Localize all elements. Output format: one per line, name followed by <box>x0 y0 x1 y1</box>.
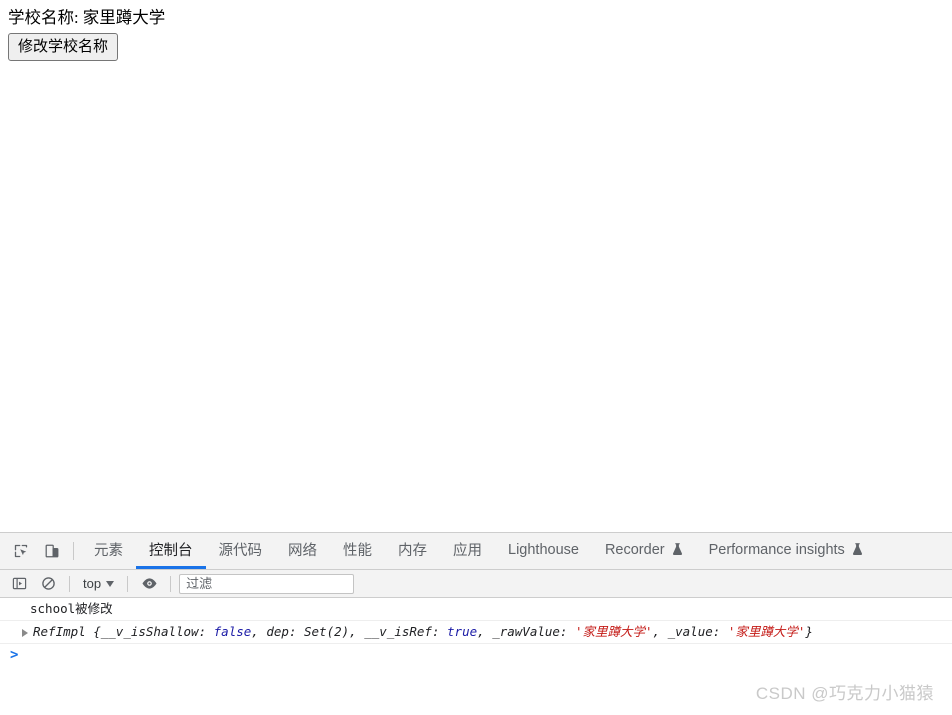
property-key: __v_isRef <box>364 624 432 639</box>
tab-label: Lighthouse <box>508 541 579 558</box>
tab-label: 网络 <box>288 543 317 559</box>
execution-context-selector[interactable]: top <box>78 574 119 593</box>
property-value: true <box>447 624 478 639</box>
property-separator: , <box>477 624 493 639</box>
object-close-brace: } <box>805 624 813 639</box>
tab-label: 元素 <box>94 543 123 559</box>
property-value: Set(2) <box>304 624 350 639</box>
tab-lighthouse[interactable]: Lighthouse <box>495 533 592 569</box>
clear-console-icon[interactable] <box>35 573 61 595</box>
execution-context-value: top <box>83 576 102 591</box>
property-key: _rawValue <box>492 624 560 639</box>
console-filter-input[interactable] <box>179 573 355 594</box>
property-value: false <box>213 624 252 639</box>
property-value: '家里蹲大学' <box>574 624 653 639</box>
devtools-panel: 元素 控制台 源代码 网络 性能 内存 应用 Lighthouse Record… <box>0 532 952 715</box>
tab-label: Recorder <box>604 541 665 558</box>
property-separator: , <box>652 624 668 639</box>
console-input-row[interactable]: > <box>0 644 952 666</box>
console-message-row: school被修改 <box>0 598 952 621</box>
object-constructor-name: RefImpl <box>33 624 86 639</box>
property-key: __v_isShallow <box>100 624 199 639</box>
tab-label: 内存 <box>398 543 427 559</box>
flask-icon <box>852 543 863 556</box>
console-message-text: school被修改 <box>30 601 113 616</box>
tab-performance[interactable]: 性能 <box>330 533 385 569</box>
change-school-name-button[interactable]: 修改学校名称 <box>8 33 119 61</box>
tab-console[interactable]: 控制台 <box>136 533 206 569</box>
toolbar-divider <box>73 542 74 560</box>
tab-recorder[interactable]: Recorder <box>592 533 696 569</box>
tab-label: 性能 <box>343 543 372 559</box>
property-value: '家里蹲大学' <box>727 624 806 639</box>
property-key: _value <box>667 624 713 639</box>
tab-memory[interactable]: 内存 <box>385 533 440 569</box>
csdn-watermark: CSDN @巧克力小猫猿 <box>755 684 934 703</box>
chevron-down-icon <box>106 580 115 587</box>
expand-triangle-icon[interactable] <box>22 629 28 637</box>
tab-application[interactable]: 应用 <box>440 533 495 569</box>
tab-label: 源代码 <box>218 543 263 559</box>
tab-label: Performance insights <box>708 541 845 558</box>
prompt-chevron-icon: > <box>10 647 19 663</box>
inspect-element-icon[interactable] <box>8 538 34 564</box>
eye-icon[interactable] <box>136 573 162 595</box>
toolbar-divider <box>170 575 172 592</box>
tab-label: 应用 <box>453 543 482 559</box>
tab-label: 控制台 <box>149 543 193 559</box>
property-separator: , <box>251 624 267 639</box>
device-toolbar-icon[interactable] <box>39 538 65 564</box>
school-name-text: 学校名称: 家里蹲大学 <box>8 8 166 27</box>
flask-icon <box>672 543 683 556</box>
toolbar-divider <box>127 575 129 592</box>
property-key: dep <box>266 624 289 639</box>
console-toolbar: top <box>0 570 952 598</box>
object-open-brace: { <box>93 624 101 639</box>
tab-sources[interactable]: 源代码 <box>206 533 276 569</box>
toolbar-divider <box>69 575 70 592</box>
property-separator: , <box>349 624 365 639</box>
tab-performance-insights[interactable]: Performance insights <box>696 533 876 569</box>
console-object-row[interactable]: RefImpl {__v_isShallow: false, dep: Set(… <box>0 621 952 644</box>
console-sidebar-icon[interactable] <box>6 573 32 595</box>
page-viewport: 学校名称: 家里蹲大学 修改学校名称 <box>0 0 952 532</box>
devtools-tool-icons <box>4 533 71 569</box>
tab-network[interactable]: 网络 <box>275 533 330 569</box>
devtools-tabbar: 元素 控制台 源代码 网络 性能 内存 应用 Lighthouse Record… <box>0 533 952 570</box>
console-object-preview: RefImpl {__v_isShallow: false, dep: Set(… <box>33 624 813 639</box>
tab-elements[interactable]: 元素 <box>81 533 136 569</box>
